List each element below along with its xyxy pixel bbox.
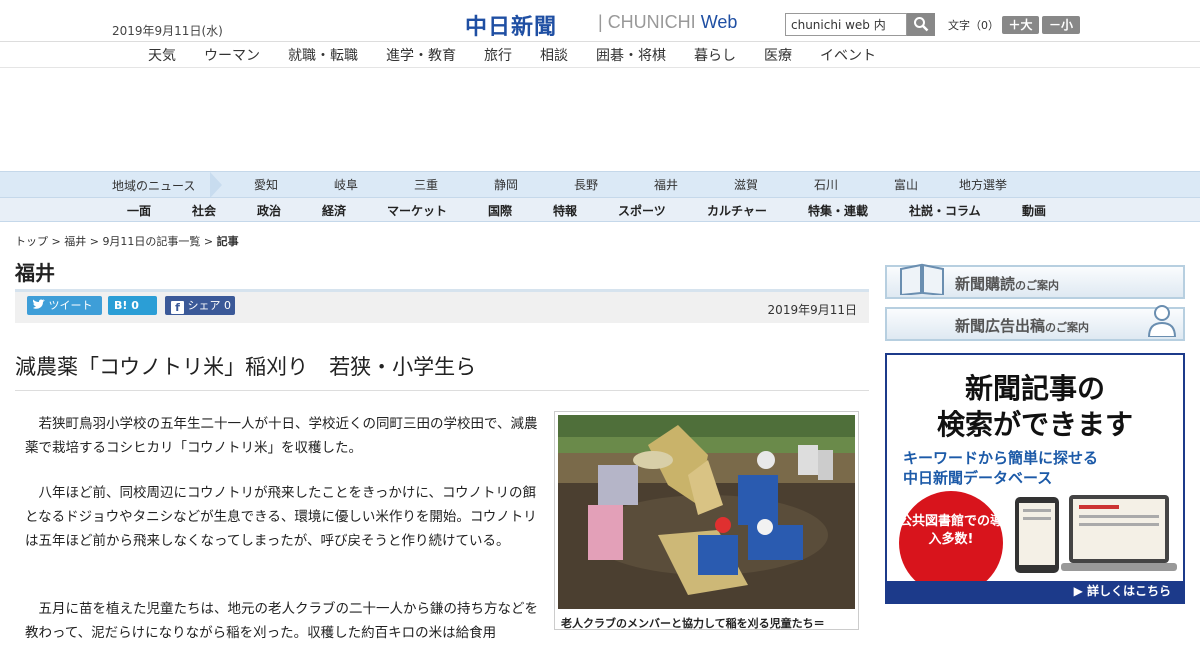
advertising-banner[interactable]: 新聞広告出稿のご案内 [885, 305, 1185, 341]
database-ad[interactable]: 新聞記事の 検索ができます キーワードから簡単に探せる 中日新聞データベース 公… [885, 353, 1185, 604]
facebook-icon: f [171, 301, 184, 314]
mainnav-item[interactable]: 政治 [257, 202, 281, 219]
subnav-item[interactable]: 進学・教育 [386, 45, 456, 65]
advertising-banner-label: 新聞広告出稿のご案内 [955, 315, 1089, 336]
photo-caption: 老人クラブのメンバーと協力して稲を刈る児童たち＝ [561, 617, 825, 630]
twitter-icon [32, 299, 45, 309]
mainnav-item[interactable]: 社説・コラム [909, 202, 981, 219]
breadcrumb-region[interactable]: 福井 [64, 235, 86, 248]
region-item[interactable]: 石川 [814, 176, 838, 193]
breadcrumb-top[interactable]: トップ [15, 235, 48, 248]
article-paragraph: 若狭町鳥羽小学校の五年生二十一人が十日、学校近くの同町三田の学校田で、減農薬で栽… [25, 416, 538, 456]
subnav-item[interactable]: 暮らし [694, 45, 736, 65]
businessman-icon [1147, 305, 1177, 337]
search-button[interactable] [907, 13, 935, 36]
region-item[interactable]: 地方選挙 [959, 176, 1007, 193]
font-smaller-button[interactable]: －小 [1042, 16, 1080, 34]
region-item[interactable]: 岐阜 [334, 176, 358, 193]
devices-icon [1015, 495, 1177, 573]
region-item[interactable]: 愛知 [254, 176, 278, 193]
region-news-bar: 地域のニュース 愛知 岐阜 三重 静岡 長野 福井 滋賀 石川 富山 地方選挙 [0, 171, 1200, 198]
ad-subtitle-line1: キーワードから簡単に探せる [903, 449, 1099, 467]
site-logo[interactable]: 中日新聞 [465, 9, 557, 41]
font-bigger-button[interactable]: ＋大 [1002, 16, 1039, 34]
site-logo-sub: | CHUNICHI Web [598, 12, 738, 32]
region-news-label: 地域のニュース [112, 179, 196, 193]
banner2-small-text: のご案内 [1045, 321, 1090, 334]
region-arrow-divider [210, 172, 222, 198]
subnav-item[interactable]: 医療 [764, 45, 792, 65]
mainnav-item[interactable]: カルチャー [707, 202, 767, 219]
article-photo-box: 老人クラブのメンバーと協力して稲を刈る児童たち＝ [554, 411, 859, 630]
search-icon [914, 17, 929, 32]
breadcrumb-list[interactable]: 9月11日の記事一覧 [102, 235, 200, 248]
subnav-item[interactable]: 相談 [540, 45, 568, 65]
font-size-label: 文字（0） [948, 19, 999, 32]
subnav-item[interactable]: 就職・転職 [288, 45, 358, 65]
region-item[interactable]: 静岡 [494, 176, 518, 193]
article-photo[interactable] [558, 415, 855, 609]
tweet-label: ツイート [48, 299, 93, 312]
section-title: 福井 [15, 261, 55, 285]
mainnav-item[interactable]: 一面 [127, 202, 151, 219]
ad-title-line2: 検索ができます [936, 408, 1133, 441]
book-icon [900, 263, 944, 295]
article-headline: 減農薬「コウノトリ米」稲刈り 若狭・小学生ら [15, 355, 477, 379]
sub-navigation: 天気 ウーマン 就職・転職 進学・教育 旅行 相談 囲碁・将棋 暮らし 医療 イ… [0, 43, 1200, 68]
region-item[interactable]: 滋賀 [734, 176, 758, 193]
search-input[interactable] [785, 13, 907, 36]
ad-details-link[interactable]: ▶ 詳しくはこちら [887, 581, 1183, 602]
share-bar: ツイート B! 0 f シェア 0 2019年9月11日 [15, 289, 869, 323]
main-navigation: 一面 社会 政治 経済 マーケット 国際 特報 スポーツ カルチャー 特集・連載… [0, 197, 1200, 222]
subnav-item[interactable]: ウーマン [204, 45, 260, 65]
facebook-share-button[interactable]: f シェア 0 [165, 296, 235, 315]
mainnav-item[interactable]: 経済 [322, 202, 346, 219]
hatena-bookmark-button[interactable]: B! 0 [108, 296, 157, 315]
breadcrumb-current: 記事 [216, 235, 239, 248]
region-item[interactable]: 福井 [654, 176, 678, 193]
headline-divider [15, 390, 869, 391]
banner2-big-text: 新聞広告出稿 [955, 317, 1046, 335]
tweet-button[interactable]: ツイート [27, 296, 102, 315]
ad-subtitle-line2: 中日新聞データベース [903, 469, 1053, 487]
ad-title-line1: 新聞記事の [964, 372, 1105, 405]
region-item[interactable]: 富山 [894, 176, 918, 193]
article-paragraph: 五月に苗を植えた児童たちは、地元の老人クラブの二十一人から鎌の持ち方などを教わっ… [25, 601, 538, 641]
subnav-item[interactable]: 天気 [148, 45, 176, 65]
mainnav-item[interactable]: 動画 [1022, 202, 1046, 219]
rice-harvest-photo [558, 415, 855, 609]
region-item[interactable]: 長野 [574, 176, 598, 193]
region-item[interactable]: 三重 [414, 176, 438, 193]
logo-web-text: Web [700, 12, 738, 32]
article-date: 2019年9月11日 [767, 303, 857, 317]
article-paragraph: 八年ほど前、同校周辺にコウノトリが飛来したことをきっかけに、コウノトリの餌となる… [25, 485, 537, 549]
breadcrumb: トップ > 福井 > 9月11日の記事一覧 > 記事 [15, 235, 239, 248]
mainnav-item[interactable]: 特報 [553, 202, 577, 219]
mainnav-item[interactable]: 特集・連載 [808, 202, 868, 219]
ad-badge: 公共図書館での導入多数! [899, 491, 1003, 595]
mainnav-item[interactable]: 国際 [488, 202, 512, 219]
subnav-item[interactable]: イベント [820, 45, 876, 65]
facebook-share-label: シェア 0 [187, 299, 232, 312]
mainnav-item[interactable]: マーケット [387, 202, 447, 219]
subscription-banner[interactable]: 新聞購読のご案内 [885, 263, 1185, 299]
top-header: 2019年9月11日(水) 中日新聞 | CHUNICHI Web 文字（0） … [0, 0, 1200, 42]
mainnav-item[interactable]: 社会 [192, 202, 216, 219]
subscription-banner-label: 新聞購読のご案内 [955, 273, 1059, 294]
subnav-item[interactable]: 旅行 [484, 45, 512, 65]
header-date: 2019年9月11日(水) [112, 24, 223, 38]
logo-sub-text: CHUNICHI [607, 12, 696, 32]
subnav-item[interactable]: 囲碁・将棋 [596, 45, 666, 65]
banner1-small-text: のご案内 [1015, 279, 1060, 292]
mainnav-item[interactable]: スポーツ [618, 202, 666, 219]
banner1-big-text: 新聞購読 [955, 275, 1016, 293]
